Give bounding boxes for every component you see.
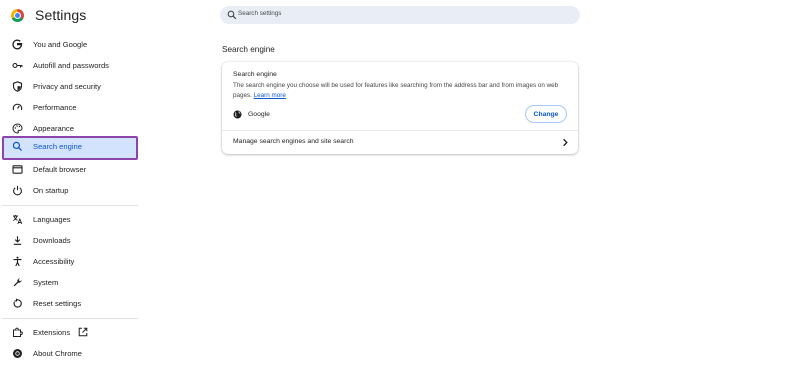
sidebar-item-about-chrome[interactable]: About Chrome: [2, 343, 138, 364]
sidebar-item-languages[interactable]: Languages: [2, 209, 138, 230]
section-title: Search engine: [222, 45, 275, 54]
chrome-icon: [13, 349, 22, 358]
chrome-logo-icon: [11, 9, 24, 22]
accessibility-icon: [13, 256, 22, 267]
card-label: Search engine: [233, 71, 277, 78]
sidebar-divider: [2, 205, 138, 206]
power-icon: [13, 185, 22, 196]
open-in-new-icon: [78, 327, 88, 337]
shield-icon: [12, 81, 23, 92]
sidebar-item-label: Extensions: [33, 328, 71, 337]
sidebar-item-label: You and Google: [33, 40, 88, 49]
sidebar-item-autofill[interactable]: Autofill and passwords: [2, 55, 138, 76]
sidebar-item-on-startup[interactable]: On startup: [2, 180, 138, 201]
palette-icon: [12, 123, 23, 134]
sidebar-item-search-engine[interactable]: Search engine: [2, 136, 138, 160]
learn-more-link[interactable]: Learn more: [254, 92, 286, 99]
wrench-icon: [13, 278, 22, 287]
sidebar-item-label: About Chrome: [33, 349, 82, 358]
sidebar-item-you-and-google[interactable]: You and Google: [2, 34, 138, 55]
sidebar-item-label: Accessibility: [33, 257, 75, 266]
sidebar-item-label: Default browser: [33, 165, 87, 174]
sidebar-item-privacy[interactable]: Privacy and security: [2, 76, 138, 97]
chevron-right-icon: [563, 138, 568, 147]
sidebar-item-downloads[interactable]: Downloads: [2, 230, 138, 251]
google-g-icon: [12, 39, 23, 50]
sidebar-item-label: On startup: [33, 186, 69, 195]
puzzle-icon: [13, 327, 23, 337]
sidebar-item-label: Search engine: [33, 142, 82, 151]
globe-icon: [233, 110, 242, 119]
card-description: The search engine you choose will be use…: [233, 81, 573, 100]
sidebar-item-default-browser[interactable]: Default browser: [2, 159, 138, 180]
current-engine-row: Google: [233, 108, 567, 122]
sidebar-item-accessibility[interactable]: Accessibility: [2, 251, 138, 272]
sidebar-item-system[interactable]: System: [2, 272, 138, 293]
sidebar-item-label: Languages: [33, 215, 71, 224]
key-icon: [12, 62, 23, 69]
sidebar-item-label: Performance: [33, 103, 77, 112]
sidebar-item-label: Appearance: [33, 124, 74, 133]
translate-icon: [13, 215, 23, 225]
engine-name: Google: [248, 111, 270, 118]
change-button[interactable]: Change: [525, 105, 567, 123]
search-icon: [227, 10, 237, 20]
manage-search-engines-row[interactable]: Manage search engines and site search: [233, 138, 569, 150]
sidebar-item-extensions[interactable]: Extensions: [2, 322, 138, 343]
sidebar-item-performance[interactable]: Performance: [2, 97, 138, 118]
sidebar-item-label: Autofill and passwords: [33, 61, 109, 70]
search-icon: [12, 141, 23, 152]
download-icon: [13, 236, 22, 245]
header: Settings Search settings: [0, 0, 800, 32]
sidebar-item-label: Downloads: [33, 236, 71, 245]
browser-window-icon: [12, 165, 23, 174]
sidebar-item-reset-settings[interactable]: Reset settings: [2, 293, 138, 314]
sidebar-divider: [2, 318, 138, 319]
page-title: Settings: [35, 7, 87, 23]
sidebar-item-label: System: [33, 278, 59, 287]
reset-icon: [13, 298, 22, 308]
search-engine-card: Search engine The search engine you choo…: [222, 62, 578, 154]
card-divider: [222, 130, 578, 131]
manage-label: Manage search engines and site search: [233, 138, 354, 145]
search-input[interactable]: Search settings: [238, 10, 281, 17]
sidebar-item-label: Reset settings: [33, 299, 82, 308]
speedometer-icon: [12, 103, 23, 111]
sidebar-item-label: Privacy and security: [33, 82, 101, 91]
search-bar[interactable]: Search settings: [220, 6, 580, 24]
